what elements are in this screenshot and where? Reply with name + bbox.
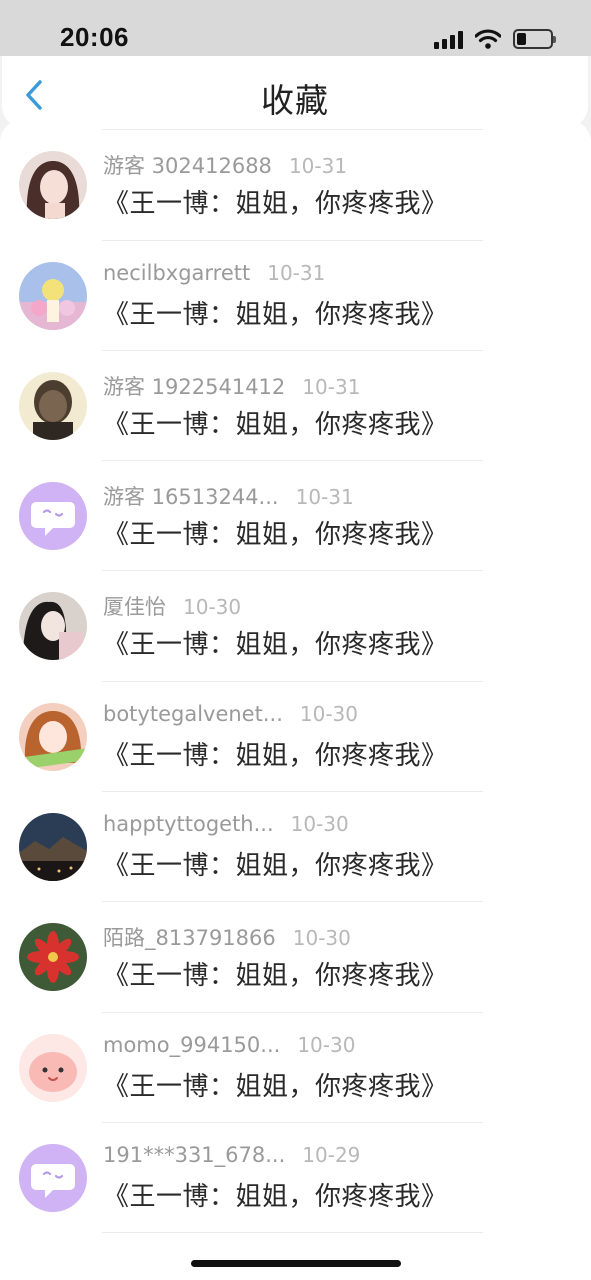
favorite-item[interactable]: necilbxgarrett 10-31 《王一博：姐姐，你疼疼我》 [0, 241, 591, 352]
date: 10-30 [292, 926, 351, 951]
username: happtyttogeth... [103, 812, 274, 837]
item-meta: 游客 1922541412 10-31 [103, 371, 360, 401]
avatar[interactable] [19, 702, 87, 771]
avatar[interactable] [19, 371, 87, 440]
item-meta: botytegalvenet... 10-30 [103, 702, 358, 726]
item-meta: 191***331_678... 10-29 [103, 1143, 360, 1167]
date: 10-31 [295, 485, 354, 510]
date: 10-31 [302, 374, 361, 399]
item-title: 《王一博：姐姐，你疼疼我》 [103, 520, 448, 551]
status-time: 20:06 [60, 22, 129, 52]
avatar[interactable] [19, 923, 87, 992]
navigation-bar: 收藏 [2, 56, 588, 128]
favorite-item[interactable]: momo_994150... 10-30 《王一博：姐姐，你疼疼我》 [0, 1013, 591, 1124]
date: 10-30 [183, 595, 242, 620]
battery-icon [513, 29, 556, 49]
username: 陌路_813791866 [103, 926, 276, 951]
status-icons [434, 26, 556, 52]
home-indicator [191, 1260, 401, 1267]
item-meta: momo_994150... 10-30 [103, 1033, 355, 1057]
item-title: 《王一博：姐姐，你疼疼我》 [103, 740, 448, 771]
wifi-icon [475, 29, 501, 49]
username: 厦佳怡 [103, 595, 166, 620]
favorite-item[interactable]: botytegalvenet... 10-30 《王一博：姐姐，你疼疼我》 [0, 682, 591, 793]
username: 191***331_678... [103, 1142, 286, 1167]
item-title: 《王一博：姐姐，你疼疼我》 [103, 409, 448, 440]
item-title: 《王一博：姐姐，你疼疼我》 [103, 1181, 448, 1212]
avatar[interactable] [19, 592, 87, 661]
avatar[interactable] [19, 813, 87, 882]
date: 10-29 [302, 1142, 361, 1167]
date: 10-30 [297, 1032, 356, 1057]
avatar[interactable] [19, 261, 87, 330]
date: 10-31 [288, 154, 348, 179]
username: botytegalvenet... [103, 701, 283, 726]
item-meta: necilbxgarrett 10-31 [103, 261, 325, 285]
favorites-list-container[interactable]: 《王一博：姐姐，你疼疼我》 游客 302412688 10-31 《王一博：姐姐… [0, 120, 591, 1280]
item-meta: 游客 16513244... 10-31 [103, 481, 354, 511]
favorite-item[interactable]: 191***331_678... 10-29 《王一博：姐姐，你疼疼我》 [0, 1123, 591, 1234]
page-title: 收藏 [261, 81, 329, 120]
item-meta: 厦佳怡 10-30 [103, 591, 241, 621]
item-title: 《王一博：姐姐，你疼疼我》 [103, 299, 448, 330]
favorite-item[interactable]: 厦佳怡 10-30 《王一博：姐姐，你疼疼我》 [0, 571, 591, 683]
date: 10-31 [267, 260, 326, 285]
status-bar: 20:06 [0, 0, 591, 56]
favorite-item[interactable]: happtyttogeth... 10-30 《王一博：姐姐，你疼疼我》 [0, 792, 591, 903]
item-title: 《王一博：姐姐，你疼疼我》 [103, 961, 448, 992]
item-title: 《王一博：姐姐，你疼疼我》 [103, 189, 448, 220]
item-meta: 陌路_813791866 10-30 [103, 922, 351, 952]
item-title: 《王一博：姐姐，你疼疼我》 [103, 1071, 448, 1102]
favorite-item[interactable]: 游客 1922541412 10-31 《王一博：姐姐，你疼疼我》 [0, 351, 591, 462]
date: 10-30 [299, 701, 358, 726]
username: necilbxgarrett [103, 260, 251, 285]
favorite-item[interactable]: 游客 16513244... 10-31 《王一博：姐姐，你疼疼我》 [0, 461, 591, 572]
item-meta: 游客 302412688 10-31 [103, 150, 347, 180]
item-title: 《王一博：姐姐，你疼疼我》 [103, 851, 448, 882]
avatar[interactable] [19, 1033, 87, 1102]
avatar[interactable] [19, 1143, 87, 1212]
username: 游客 302412688 [103, 154, 272, 179]
username: momo_994150... [103, 1032, 281, 1057]
favorite-item[interactable]: 游客 302412688 10-31 《王一博：姐姐，你疼疼我》 [0, 130, 591, 241]
favorite-item[interactable]: 陌路_813791866 10-30 《王一博：姐姐，你疼疼我》 [0, 902, 591, 1013]
date: 10-30 [290, 812, 349, 837]
avatar[interactable] [19, 151, 87, 220]
username: 游客 1922541412 [103, 374, 286, 399]
item-title: 《王一博：姐姐，你疼疼我》 [103, 630, 448, 661]
username: 游客 16513244... [103, 485, 279, 510]
avatar[interactable] [19, 482, 87, 551]
favorites-list: 《王一博：姐姐，你疼疼我》 游客 302412688 10-31 《王一博：姐姐… [0, 120, 591, 1234]
item-meta: happtyttogeth... 10-30 [103, 812, 349, 836]
cellular-signal-icon [434, 29, 463, 49]
